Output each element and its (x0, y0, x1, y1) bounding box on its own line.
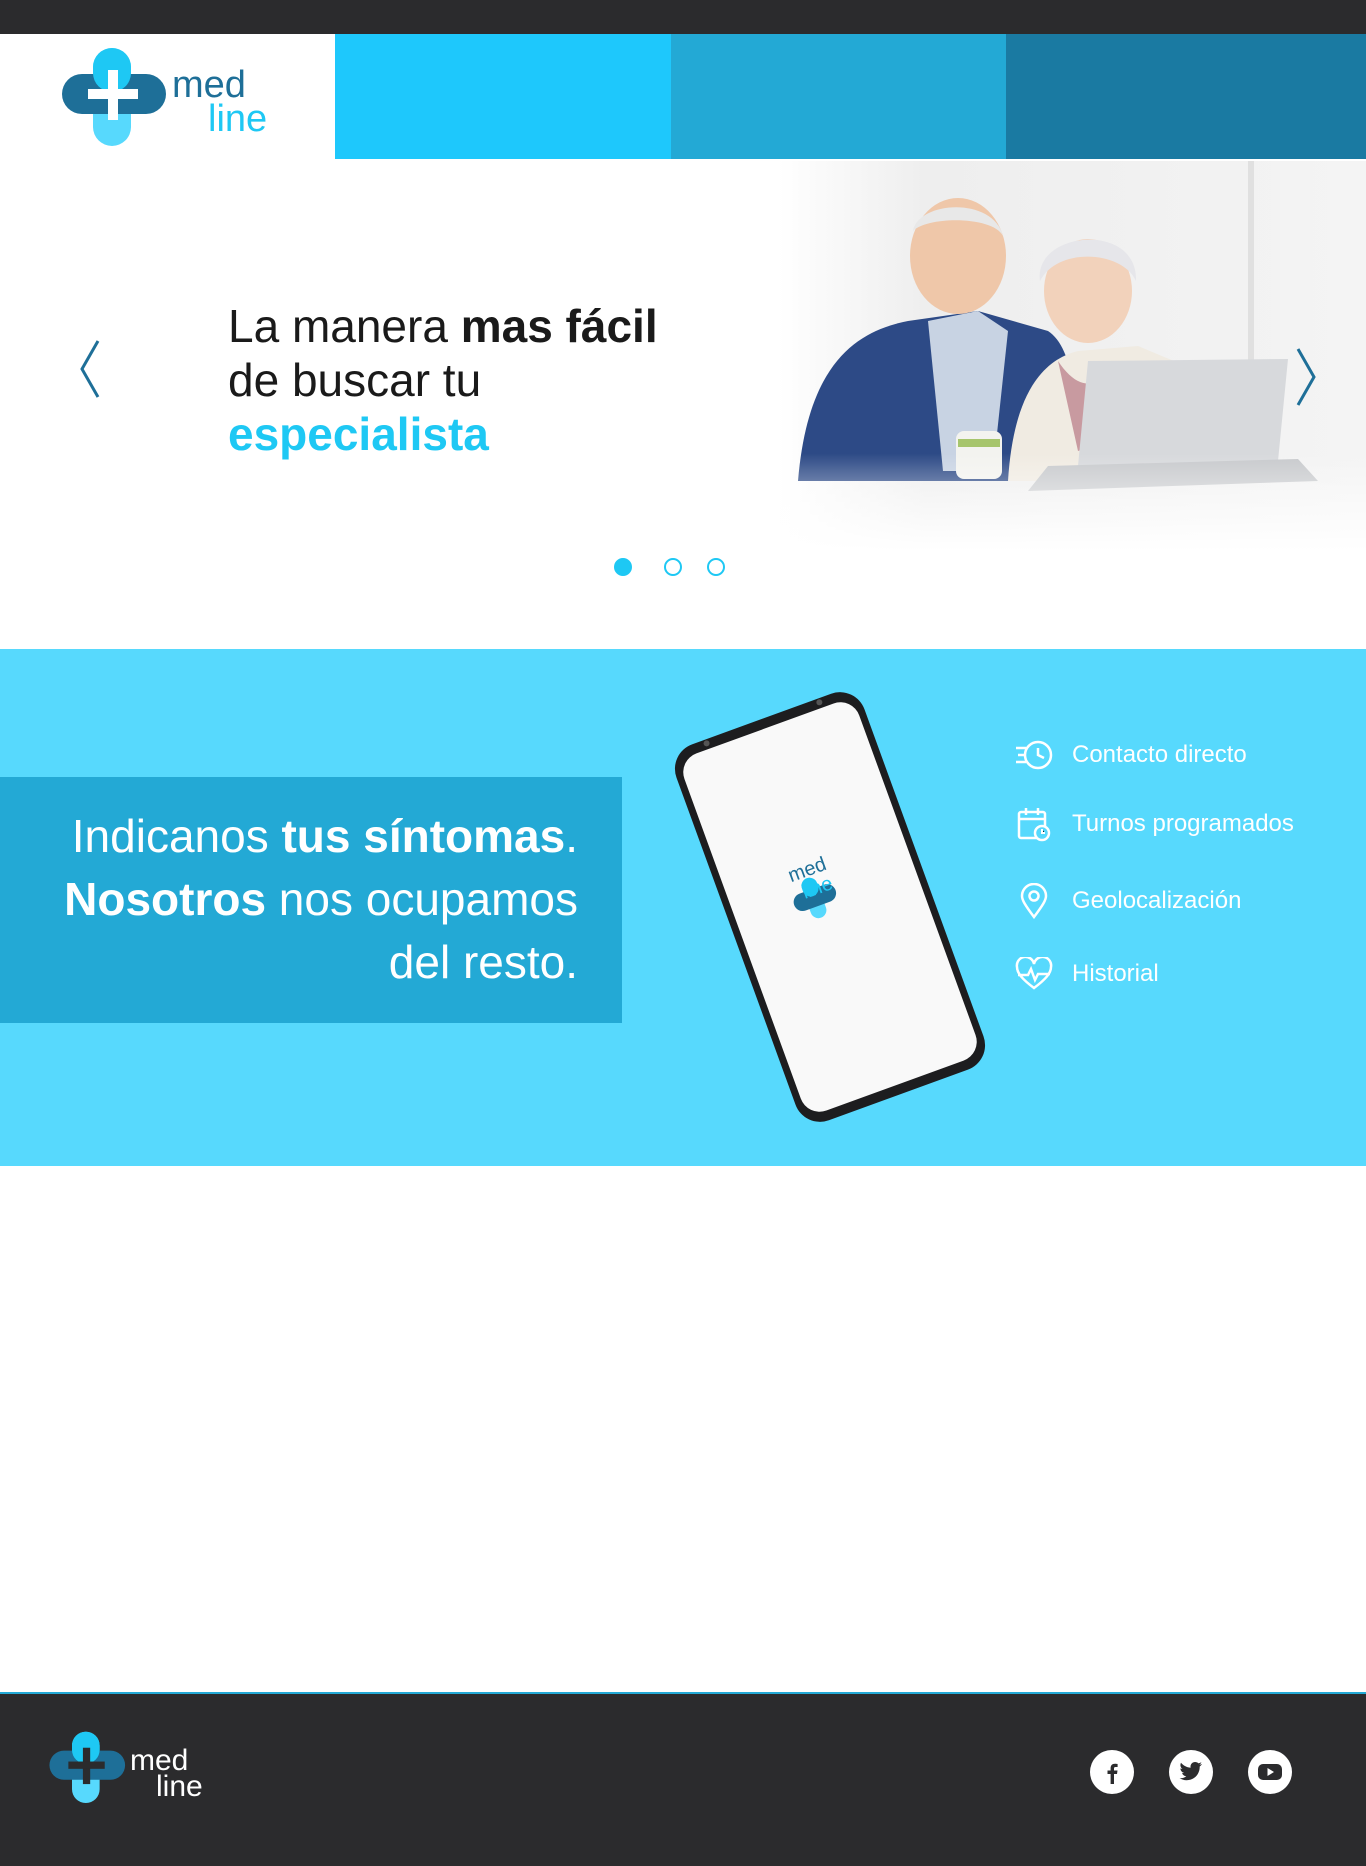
nav-tile-2[interactable] (671, 34, 1007, 159)
tagline-l1-normal: Indicanos (71, 810, 282, 862)
feature-label: Turnos programados (1072, 810, 1294, 837)
feature-label: Geolocalización (1072, 887, 1242, 914)
feature-historial[interactable]: Historial (1014, 954, 1354, 994)
chevron-right-icon[interactable] (1294, 345, 1320, 409)
medline-logo-icon (49, 1731, 126, 1803)
tagline-l1-bold: tus síntomas (281, 810, 566, 862)
hero-headline: La manera mas fácil de buscar tu especia… (228, 299, 658, 461)
nav-tile-1[interactable] (335, 34, 671, 159)
facebook-icon[interactable] (1090, 1750, 1134, 1794)
tagline-l2-bold: Nosotros (64, 873, 267, 925)
slider-dot-1[interactable] (614, 558, 632, 576)
features-section: Indicanos tus síntomas. Nosotros nos ocu… (0, 649, 1366, 1166)
phone-body (674, 692, 986, 1122)
chevron-left-icon[interactable] (76, 337, 102, 401)
feature-label: Historial (1072, 960, 1159, 987)
twitter-icon[interactable] (1169, 1750, 1213, 1794)
hero-slider: La manera mas fácil de buscar tu especia… (0, 159, 1366, 649)
tagline-l1-end: . (565, 810, 578, 862)
calendar-clock-icon (1014, 804, 1054, 844)
hero-line2: de buscar tu (228, 354, 482, 406)
tagline-text: Indicanos tus síntomas. Nosotros nos ocu… (0, 805, 578, 994)
hero-image-couple-laptop (778, 161, 1366, 551)
phone-mockup: med line (650, 687, 1010, 1127)
feature-geolocalizacion[interactable]: Geolocalización (1014, 881, 1354, 921)
nav-tile-3[interactable] (1006, 34, 1366, 159)
footer-logo-line: line (156, 1770, 203, 1803)
youtube-icon[interactable] (1248, 1750, 1292, 1794)
slider-dot-3[interactable] (707, 558, 725, 576)
top-bar (0, 0, 1366, 34)
heart-pulse-icon (1014, 954, 1054, 994)
site-header: med line (0, 34, 1366, 159)
slider-dot-2[interactable] (664, 558, 682, 576)
site-footer: med line (0, 1692, 1366, 1866)
logo-text-line: line (208, 98, 268, 140)
hero-line1-bold: mas fácil (460, 300, 658, 352)
feature-label: Contacto directo (1072, 741, 1247, 768)
medline-logo-icon (62, 48, 166, 146)
hero-line1-normal: La manera (228, 300, 461, 352)
footer-logo[interactable]: med line (48, 1728, 228, 1808)
fast-clock-icon (1014, 735, 1054, 775)
tagline-l2-normal: nos ocupamos (266, 873, 578, 925)
feature-turnos-programados[interactable]: Turnos programados (1014, 804, 1354, 844)
header-logo-area[interactable]: med line (0, 34, 335, 159)
tagline-l3: del resto. (388, 936, 578, 988)
hero-line3-accent: especialista (228, 408, 489, 460)
feature-contacto-directo[interactable]: Contacto directo (1014, 735, 1354, 775)
tagline-box: Indicanos tus síntomas. Nosotros nos ocu… (0, 777, 622, 1023)
location-pin-icon (1014, 881, 1054, 921)
